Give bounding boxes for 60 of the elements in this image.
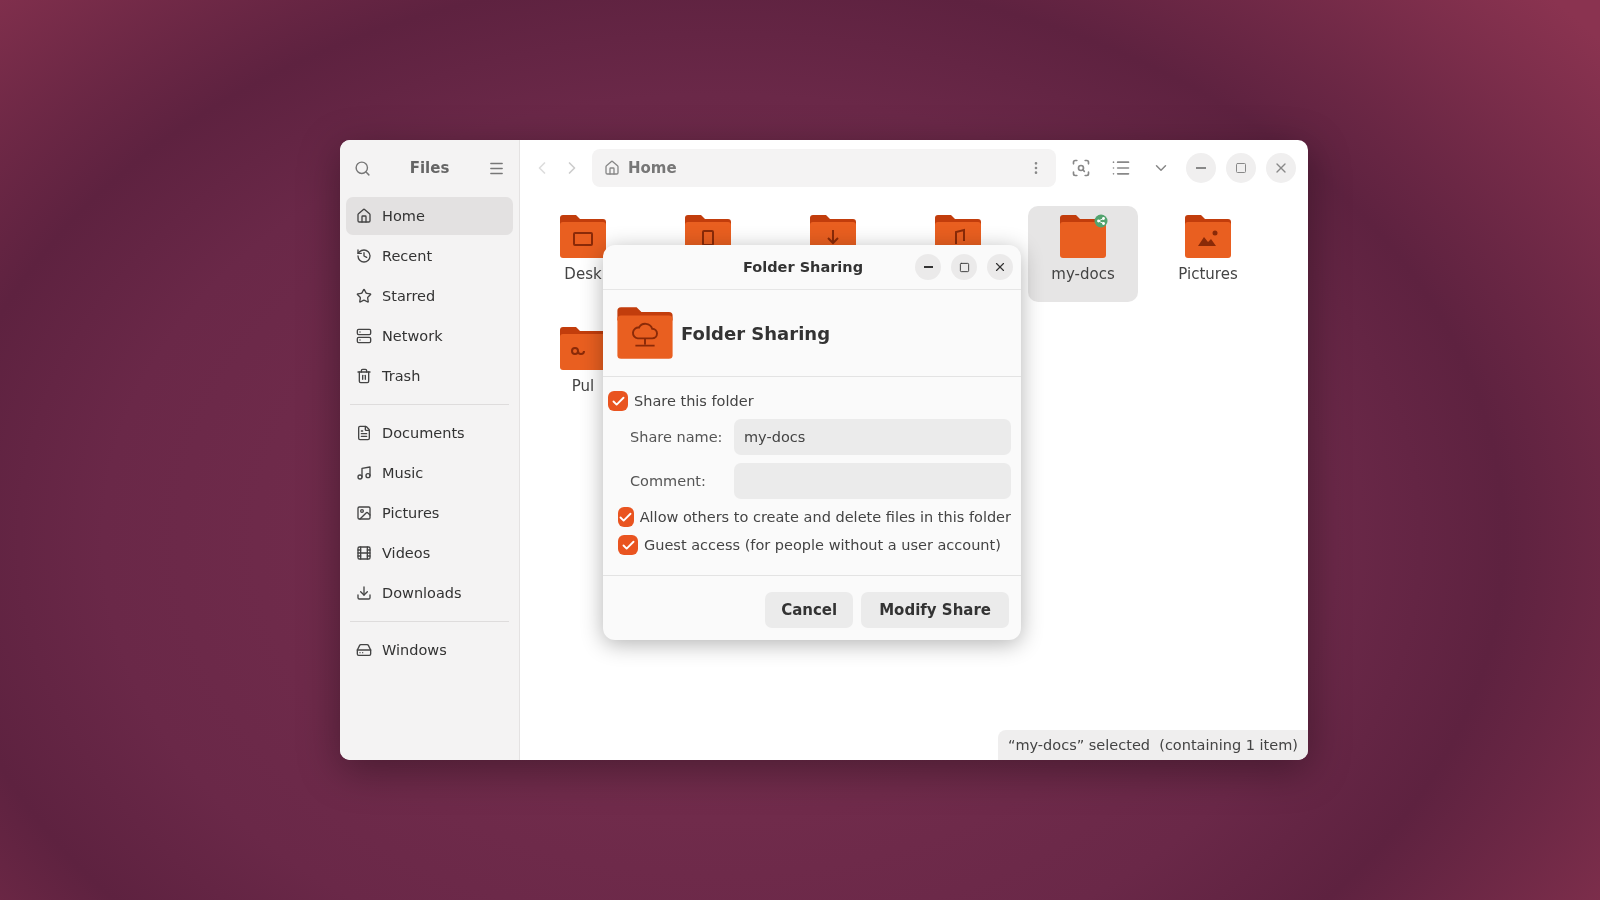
field-label: Comment: — [630, 473, 707, 489]
folder-item[interactable]: Pictures — [1153, 206, 1263, 302]
sidebar-item[interactable]: Recent — [346, 237, 513, 275]
music-note-icon — [356, 465, 372, 481]
option-checkbox[interactable]: Guest access (for people without a user account) — [608, 535, 1011, 555]
server-icon — [356, 328, 372, 344]
search-icon — [1071, 158, 1091, 178]
dialog-title: Folder Sharing — [741, 259, 864, 275]
field-label: Share name: — [630, 429, 724, 445]
sidebar-item[interactable]: Videos — [346, 534, 513, 572]
sidebar-item[interactable]: Home — [346, 197, 513, 235]
folder-item[interactable]: my-docs — [1028, 206, 1138, 302]
folder-icon — [1183, 214, 1233, 259]
trash-icon — [356, 368, 372, 384]
maximize-button[interactable] — [1226, 153, 1256, 183]
modify-share-button[interactable]: Modify Share — [861, 592, 1009, 628]
cancel-button[interactable]: Cancel — [765, 592, 854, 628]
sidebar-item[interactable]: Pictures — [346, 494, 513, 532]
sidebar-item[interactable]: Windows — [346, 631, 513, 669]
maximize-icon — [958, 261, 970, 273]
minimize-button[interactable] — [915, 254, 941, 280]
folder-label: Desk — [564, 265, 602, 283]
folder-icon — [1058, 214, 1108, 259]
search-icon[interactable] — [354, 159, 371, 177]
option-checkbox[interactable]: Allow others to create and delete files in this folder — [608, 507, 1011, 527]
document-icon — [356, 425, 372, 441]
film-icon — [356, 545, 372, 561]
location-text: Home — [628, 159, 678, 177]
minimize-icon — [923, 266, 933, 268]
maximize-icon — [1235, 162, 1247, 174]
folder-label: Pul — [571, 377, 595, 395]
sidebar-item[interactable]: Starred — [346, 277, 513, 315]
folder-label: Pictures — [1178, 265, 1238, 283]
folder-label: my-docs — [1051, 265, 1115, 283]
folder-icon — [558, 214, 608, 259]
clock-icon — [356, 248, 372, 264]
sidebar-item[interactable]: Network — [346, 317, 513, 355]
folder-item[interactable]: Desk — [528, 206, 638, 302]
star-icon — [356, 288, 372, 304]
status-bar: “my-docs” selected (containing 1 item) — [997, 730, 1308, 760]
home-icon — [356, 208, 372, 224]
app-title: Files — [409, 159, 450, 177]
home-icon — [604, 160, 620, 176]
text-field[interactable]: my-docs — [734, 419, 1011, 455]
sidebar-item[interactable]: Documents — [346, 414, 513, 452]
dialog-heading: Folder Sharing — [681, 322, 830, 344]
maximize-button[interactable] — [951, 254, 977, 280]
download-icon — [356, 585, 372, 601]
list-icon — [1111, 158, 1131, 178]
path-bar[interactable]: Home — [592, 149, 1056, 187]
sidebar-item[interactable]: Music — [346, 454, 513, 492]
drive-icon — [356, 642, 372, 658]
image-icon — [356, 505, 372, 521]
sidebar-item[interactable]: Trash — [346, 357, 513, 395]
sidebar-item[interactable]: Downloads — [346, 574, 513, 612]
minimize-icon — [1196, 167, 1206, 169]
share-checkbox[interactable]: Share this folder — [608, 391, 1011, 411]
shared-folder-icon — [615, 306, 675, 360]
close-icon — [993, 260, 1007, 274]
close-button[interactable] — [987, 254, 1013, 280]
